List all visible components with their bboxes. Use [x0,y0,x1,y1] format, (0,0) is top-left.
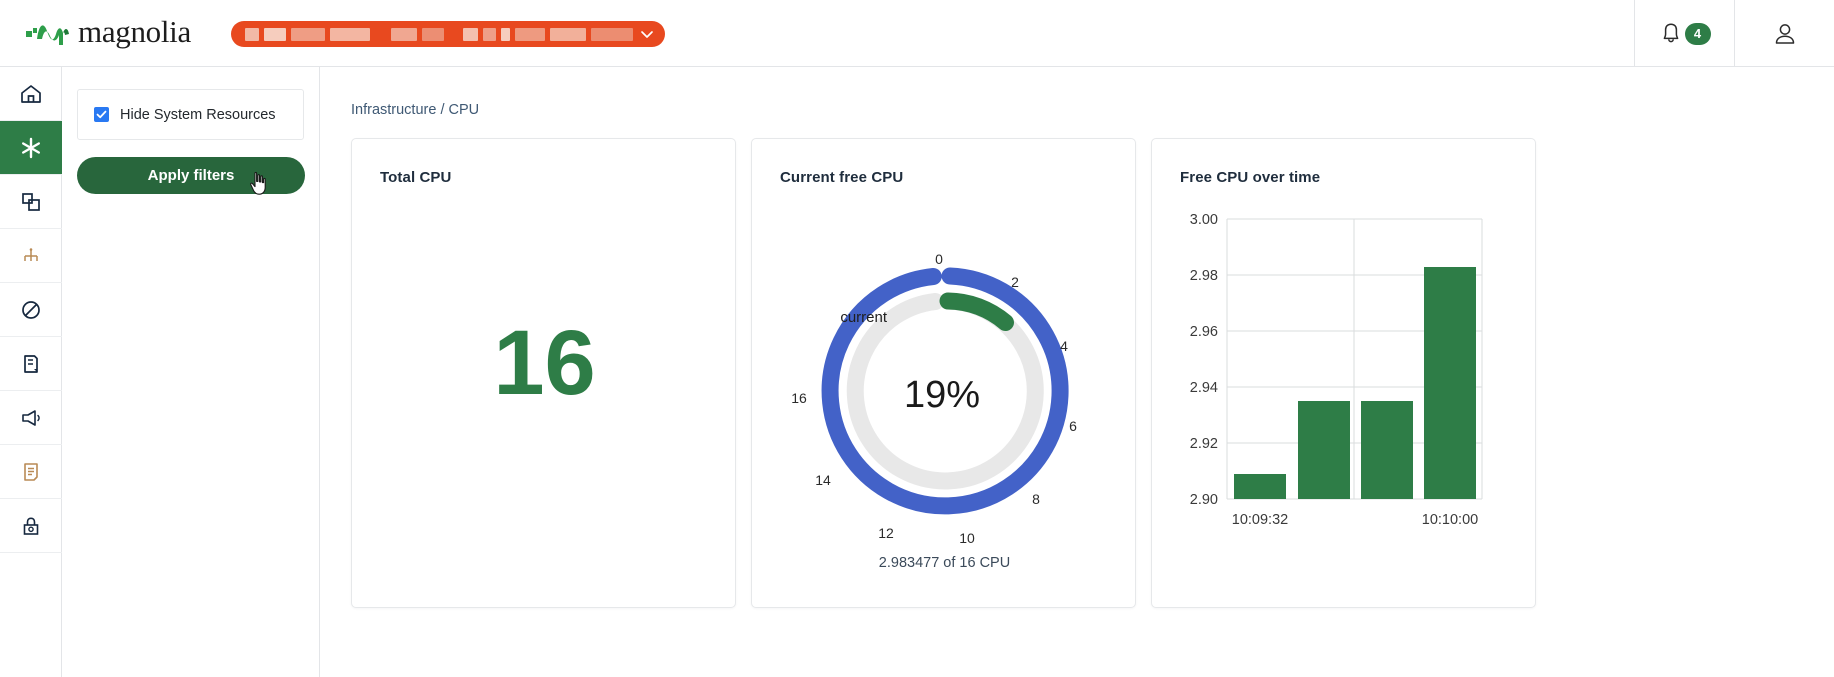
bar-1[interactable] [1298,401,1350,499]
hide-system-resources-label: Hide System Resources [120,106,276,123]
hide-system-resources-checkbox[interactable] [94,107,109,122]
megaphone-icon [22,409,40,426]
gauge-center-label: 19% [904,374,980,416]
bar-3[interactable] [1424,267,1476,499]
bell-icon [1663,22,1678,42]
sidebar-item-pages[interactable] [0,175,62,229]
home-icon [21,84,41,103]
circle-slash-icon [22,300,40,319]
gauge-tick-0: 0 [935,251,943,267]
pointer-hand-cursor-icon [250,171,266,195]
gauge-footer-label: 2.983477 of 16 CPU [878,555,1011,571]
gauge-tick-4: 4 [1060,338,1068,354]
redacted-value [245,27,633,41]
y-tick-0: 3.00 [1190,212,1218,228]
app-header: magnolia 4 [0,0,1834,67]
total-cpu-value: 16 [493,311,596,414]
lock-icon [23,516,39,535]
y-tick-2: 2.96 [1190,324,1218,340]
gauge-tick-8: 8 [1032,491,1040,507]
gauge-legend-label: current [840,309,888,326]
cpu-gauge-chart: 19% current 0 2 4 6 8 10 12 14 16 [752,191,1137,551]
card-free-cpu-over-time: Free CPU over time 3.00 2.98 2.96 2.94 2… [1151,138,1536,608]
gauge-tick-12: 12 [878,525,894,541]
y-tick-3: 2.94 [1190,380,1218,396]
gauge-tick-6: 6 [1069,418,1077,434]
document-icon [24,354,38,373]
sidebar-item-notes[interactable] [0,445,62,499]
magnolia-logo[interactable]: magnolia [26,16,191,50]
notification-count-badge: 4 [1684,22,1711,45]
notifications-button[interactable]: 4 [1634,0,1734,67]
sidebar-rail [0,67,62,677]
layers-icon [22,192,40,211]
gauge-value-arc [939,292,1014,331]
y-tick-5: 2.90 [1190,492,1218,508]
logo-wordmark: magnolia [78,14,191,49]
y-tick-1: 2.98 [1190,268,1218,284]
y-tick-4: 2.92 [1190,436,1218,452]
sidebar-item-campaigns[interactable] [0,391,62,445]
gauge-tick-10: 10 [959,530,975,546]
dashboard-cards: Total CPU 16 Current free CPU 19% curren… [351,138,1834,608]
gauge-tick-14: 14 [815,472,831,488]
sidebar-item-home[interactable] [0,67,62,121]
hide-system-resources-row[interactable]: Hide System Resources [77,89,304,140]
site-selector-dropdown[interactable] [231,21,665,47]
bar-chart-svg: 3.00 2.98 2.96 2.94 2.92 2.90 10:09:32 1… [1190,212,1483,528]
user-icon [1775,23,1794,44]
app-root: magnolia 4 Hide System Resources Apply f… [0,0,1834,677]
gauge-tick-2: 2 [1011,274,1019,290]
gauge-svg: 19% current 0 2 4 6 8 10 12 14 16 [791,251,1077,546]
hierarchy-icon [24,247,38,261]
sidebar-item-security[interactable] [0,499,62,553]
apply-filters-label: Apply filters [147,167,235,184]
sidebar-item-blocked[interactable] [0,283,62,337]
checkmark-icon [96,110,107,119]
bar-2[interactable] [1361,401,1413,499]
filters-panel: Hide System Resources Apply filters [62,67,320,677]
breadcrumb[interactable]: Infrastructure / CPU [351,102,1834,118]
gauge-tick-16: 16 [791,390,807,406]
magnolia-wave-logo-icon [26,25,69,45]
free-cpu-bar-chart: 3.00 2.98 2.96 2.94 2.92 2.90 10:09:32 1… [1152,197,1537,567]
chevron-down-icon [641,31,653,38]
apply-filters-button[interactable]: Apply filters [77,157,305,195]
card-title: Current free CPU [780,169,904,186]
user-account-button[interactable] [1734,0,1834,67]
header-actions: 4 [1634,0,1834,67]
x-tick-last: 10:10:00 [1422,512,1478,528]
card-title: Free CPU over time [1180,169,1321,186]
main-content: Infrastructure / CPU Total CPU 16 Curren… [320,67,1834,677]
asterisk-icon [21,137,40,158]
card-total-cpu: Total CPU 16 [351,138,736,608]
x-tick-first: 10:09:32 [1232,512,1288,528]
card-current-free-cpu: Current free CPU 19% current 0 2 4 6 8 1… [751,138,1136,608]
sidebar-item-documents[interactable] [0,337,62,391]
sidebar-item-monitoring[interactable] [0,121,62,175]
notes-icon [24,462,38,481]
bar-0[interactable] [1234,474,1286,499]
sidebar-item-structure[interactable] [0,229,62,283]
